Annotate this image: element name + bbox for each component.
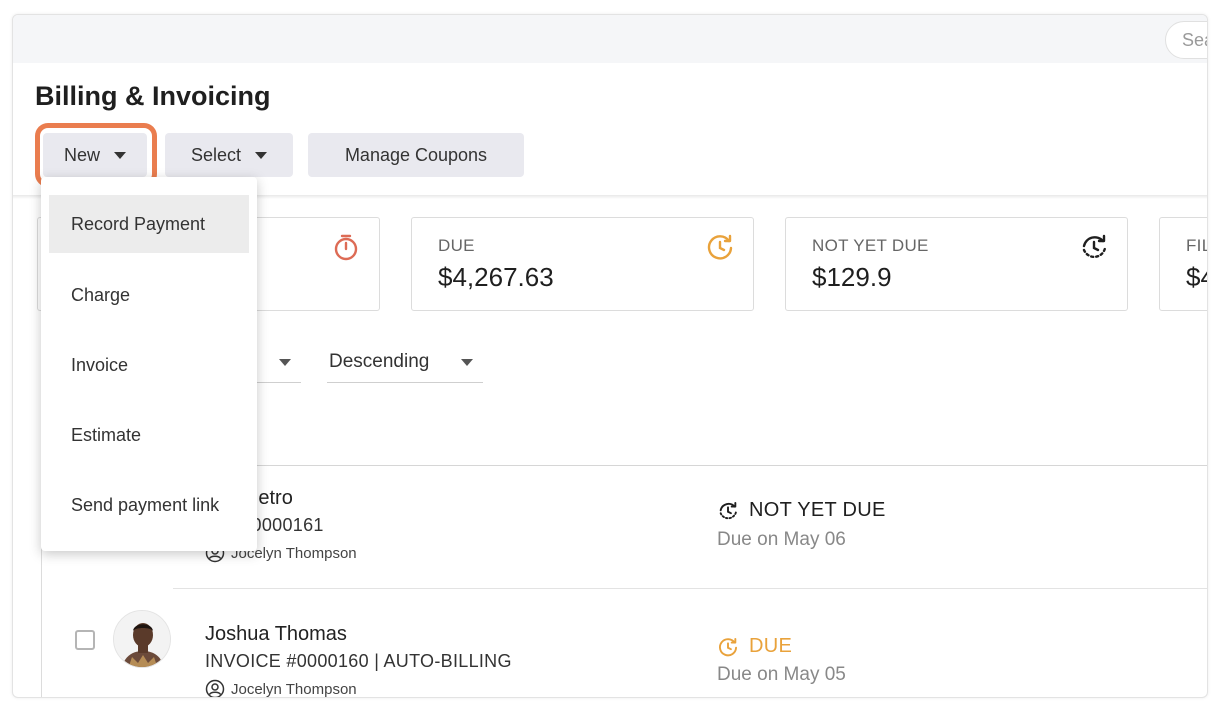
- status-text: DUE: [749, 635, 793, 657]
- menu-item-send-payment-link[interactable]: Send payment link: [49, 476, 249, 534]
- due-date: Due on May 06: [717, 529, 846, 550]
- due-card-amount: $4,267.63: [438, 262, 554, 292]
- customer-name: Joshua Thomas: [205, 623, 347, 645]
- page-title: Billing & Invoicing: [35, 81, 271, 111]
- user-circle-icon: [205, 679, 225, 697]
- search-input[interactable]: Sea: [1165, 21, 1207, 59]
- manage-coupons-label: Manage Coupons: [344, 144, 488, 165]
- due-card[interactable]: DUE $4,267.63: [411, 217, 754, 311]
- menu-item-invoice[interactable]: Invoice: [49, 336, 249, 394]
- not-yet-due-card-amount: $129.9: [812, 262, 892, 292]
- person-photo: [114, 611, 170, 667]
- assignee: Jocelyn Thompson: [205, 679, 357, 698]
- caret-down-icon: [255, 151, 268, 159]
- sort-field-select[interactable]: [253, 349, 301, 383]
- filed-card[interactable]: FIL $4: [1159, 217, 1207, 311]
- caret-down-icon: [279, 359, 291, 366]
- stopwatch-icon: [334, 234, 358, 261]
- manage-coupons-button[interactable]: Manage Coupons: [308, 133, 524, 177]
- select-button-label: Select: [190, 144, 242, 165]
- app-window: Sea Billing & Invoicing New Select Manag…: [12, 14, 1208, 698]
- status-badge: NOT YET DUE: [717, 499, 886, 522]
- select-button[interactable]: Select: [165, 133, 293, 177]
- top-bar: Sea: [13, 15, 1207, 63]
- row-checkbox[interactable]: [75, 630, 95, 650]
- invoice-number: INVOICE #0000160 | AUTO-BILLING: [205, 651, 512, 671]
- sort-order-value: Descending: [329, 351, 430, 372]
- avatar: [113, 610, 171, 668]
- filed-card-amount: $4: [1186, 262, 1207, 292]
- status-badge: DUE: [717, 635, 792, 658]
- status-text: NOT YET DUE: [749, 499, 886, 521]
- clock-dashed-icon: [1082, 234, 1107, 259]
- due-card-label: DUE: [438, 236, 475, 255]
- due-date: Due on May 05: [717, 664, 846, 685]
- not-yet-due-card-label: NOT YET DUE: [812, 236, 929, 255]
- menu-item-record-payment[interactable]: Record Payment: [49, 195, 249, 253]
- table-row[interactable]: Joshua Thomas INVOICE #0000160 | AUTO-BI…: [13, 598, 1207, 698]
- not-yet-due-card[interactable]: NOT YET DUE $129.9: [785, 217, 1128, 311]
- row-divider: [173, 588, 1207, 589]
- clock-refresh-icon: [719, 637, 738, 656]
- filed-card-label: FIL: [1186, 236, 1207, 255]
- sort-order-select[interactable]: Descending: [327, 349, 483, 383]
- menu-item-charge[interactable]: Charge: [49, 266, 249, 324]
- menu-item-estimate[interactable]: Estimate: [49, 406, 249, 464]
- list-divider: [173, 465, 1207, 466]
- new-dropdown-menu: Record Payment Charge Invoice Estimate S…: [41, 177, 257, 551]
- clock-dashed-icon: [719, 501, 738, 519]
- clock-refresh-icon: [707, 234, 733, 260]
- caret-down-icon: [461, 359, 473, 366]
- assignee-name: Jocelyn Thompson: [231, 680, 357, 698]
